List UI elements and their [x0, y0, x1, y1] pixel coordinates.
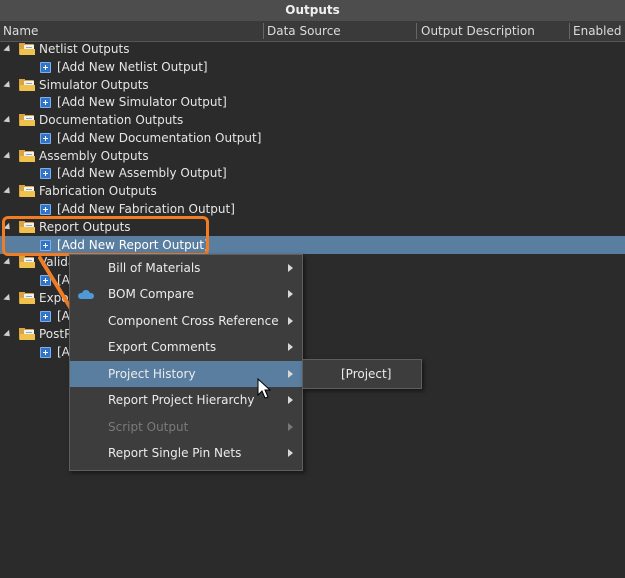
project-history-submenu: [Project] [302, 359, 422, 389]
submenu-arrow-icon [288, 423, 293, 431]
menu-item-export-comments[interactable]: Export Comments [70, 334, 302, 360]
submenu-arrow-icon [288, 317, 293, 325]
menu-item-bom-compare[interactable]: BOM Compare [70, 281, 302, 307]
menu-item-script-output: Script Output [70, 414, 302, 440]
submenu-arrow-icon [288, 370, 293, 378]
submenu-arrow-icon [288, 264, 293, 272]
submenu-arrow-icon [288, 290, 293, 298]
menu-item-bill-of-materials[interactable]: Bill of Materials [70, 255, 302, 281]
menu-item-report-single-pin-nets[interactable]: Report Single Pin Nets [70, 440, 302, 466]
submenu-item-project[interactable]: [Project] [341, 360, 391, 388]
submenu-arrow-icon [288, 449, 293, 457]
submenu-arrow-icon [288, 343, 293, 351]
context-menu: Bill of Materials BOM Compare Component … [69, 254, 303, 471]
cloud-icon [78, 290, 94, 299]
submenu-arrow-icon [288, 396, 293, 404]
menu-item-component-cross-reference[interactable]: Component Cross Reference [70, 308, 302, 334]
mouse-cursor-icon [257, 378, 272, 399]
